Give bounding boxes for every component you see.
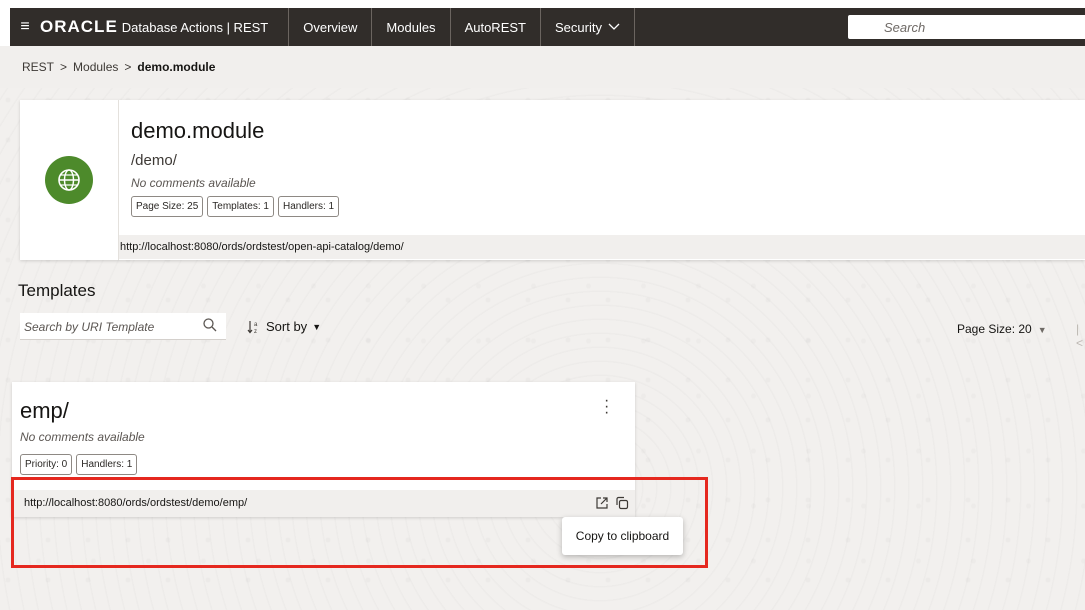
tab-autorest[interactable]: AutoREST bbox=[449, 8, 540, 46]
handlers-count-badge: Handlers: 1 bbox=[277, 196, 340, 217]
sort-icon: a z bbox=[247, 320, 258, 334]
kebab-menu-icon[interactable]: · · · bbox=[604, 393, 609, 421]
breadcrumb-modules[interactable]: Modules bbox=[73, 60, 118, 74]
module-comment: No comments available bbox=[131, 176, 256, 190]
breadcrumb-rest[interactable]: REST bbox=[22, 60, 54, 74]
breadcrumb-current: demo.module bbox=[137, 60, 216, 74]
templates-count-badge: Templates: 1 bbox=[207, 196, 274, 217]
module-url: http://localhost:8080/ords/ordstest/open… bbox=[119, 235, 1085, 259]
breadcrumb-separator: > bbox=[124, 60, 132, 74]
template-badges: Priority: 0 Handlers: 1 bbox=[20, 454, 138, 475]
annotation-highlight-box bbox=[11, 477, 708, 568]
handlers-count-badge: Handlers: 1 bbox=[76, 454, 138, 475]
breadcrumb-separator: > bbox=[60, 60, 68, 74]
chevron-down-icon bbox=[608, 23, 620, 30]
priority-badge: Priority: 0 bbox=[20, 454, 73, 475]
search-icon[interactable] bbox=[202, 317, 218, 333]
templates-heading: Templates bbox=[18, 281, 96, 300]
module-base-path: /demo/ bbox=[131, 152, 177, 169]
oracle-logo: ORACLE bbox=[40, 17, 118, 36]
page-size-select[interactable]: Page Size: 20 ▼ bbox=[957, 322, 1047, 336]
template-search-input[interactable]: Search by URI Template bbox=[20, 313, 226, 340]
caret-down-icon: ▼ bbox=[312, 321, 322, 332]
app-header: ≡ ORACLE Database Actions | REST Overvie… bbox=[0, 0, 1085, 46]
breadcrumb: REST > Modules > demo.module bbox=[22, 60, 215, 74]
template-comment: No comments available bbox=[20, 430, 145, 444]
sort-by-button[interactable]: a z Sort by ▼ bbox=[247, 319, 321, 334]
module-card: demo.module /demo/ No comments available… bbox=[20, 100, 1085, 260]
page-size-badge: Page Size: 25 bbox=[131, 196, 204, 217]
app-title: Database Actions | REST bbox=[121, 19, 269, 35]
svg-text:a: a bbox=[254, 322, 258, 328]
hamburger-menu-icon[interactable]: ≡ bbox=[10, 18, 40, 36]
module-icon-column bbox=[20, 100, 119, 260]
top-navigation-bar: ≡ ORACLE Database Actions | REST Overvie… bbox=[10, 8, 1085, 46]
tab-overview[interactable]: Overview bbox=[288, 8, 371, 46]
module-title: demo.module bbox=[131, 118, 265, 143]
tab-modules[interactable]: Modules bbox=[371, 8, 449, 46]
tab-security[interactable]: Security bbox=[539, 8, 635, 46]
global-search-input[interactable]: Search bbox=[848, 15, 1085, 39]
module-avatar bbox=[45, 156, 93, 204]
module-badges: Page Size: 25 Templates: 1 Handlers: 1 bbox=[131, 196, 340, 217]
pagination-first-icon[interactable]: |< bbox=[1076, 322, 1085, 350]
caret-down-icon: ▼ bbox=[1037, 325, 1047, 335]
template-uri[interactable]: emp/ bbox=[20, 398, 69, 424]
svg-text:z: z bbox=[254, 329, 257, 334]
globe-icon bbox=[58, 169, 80, 191]
